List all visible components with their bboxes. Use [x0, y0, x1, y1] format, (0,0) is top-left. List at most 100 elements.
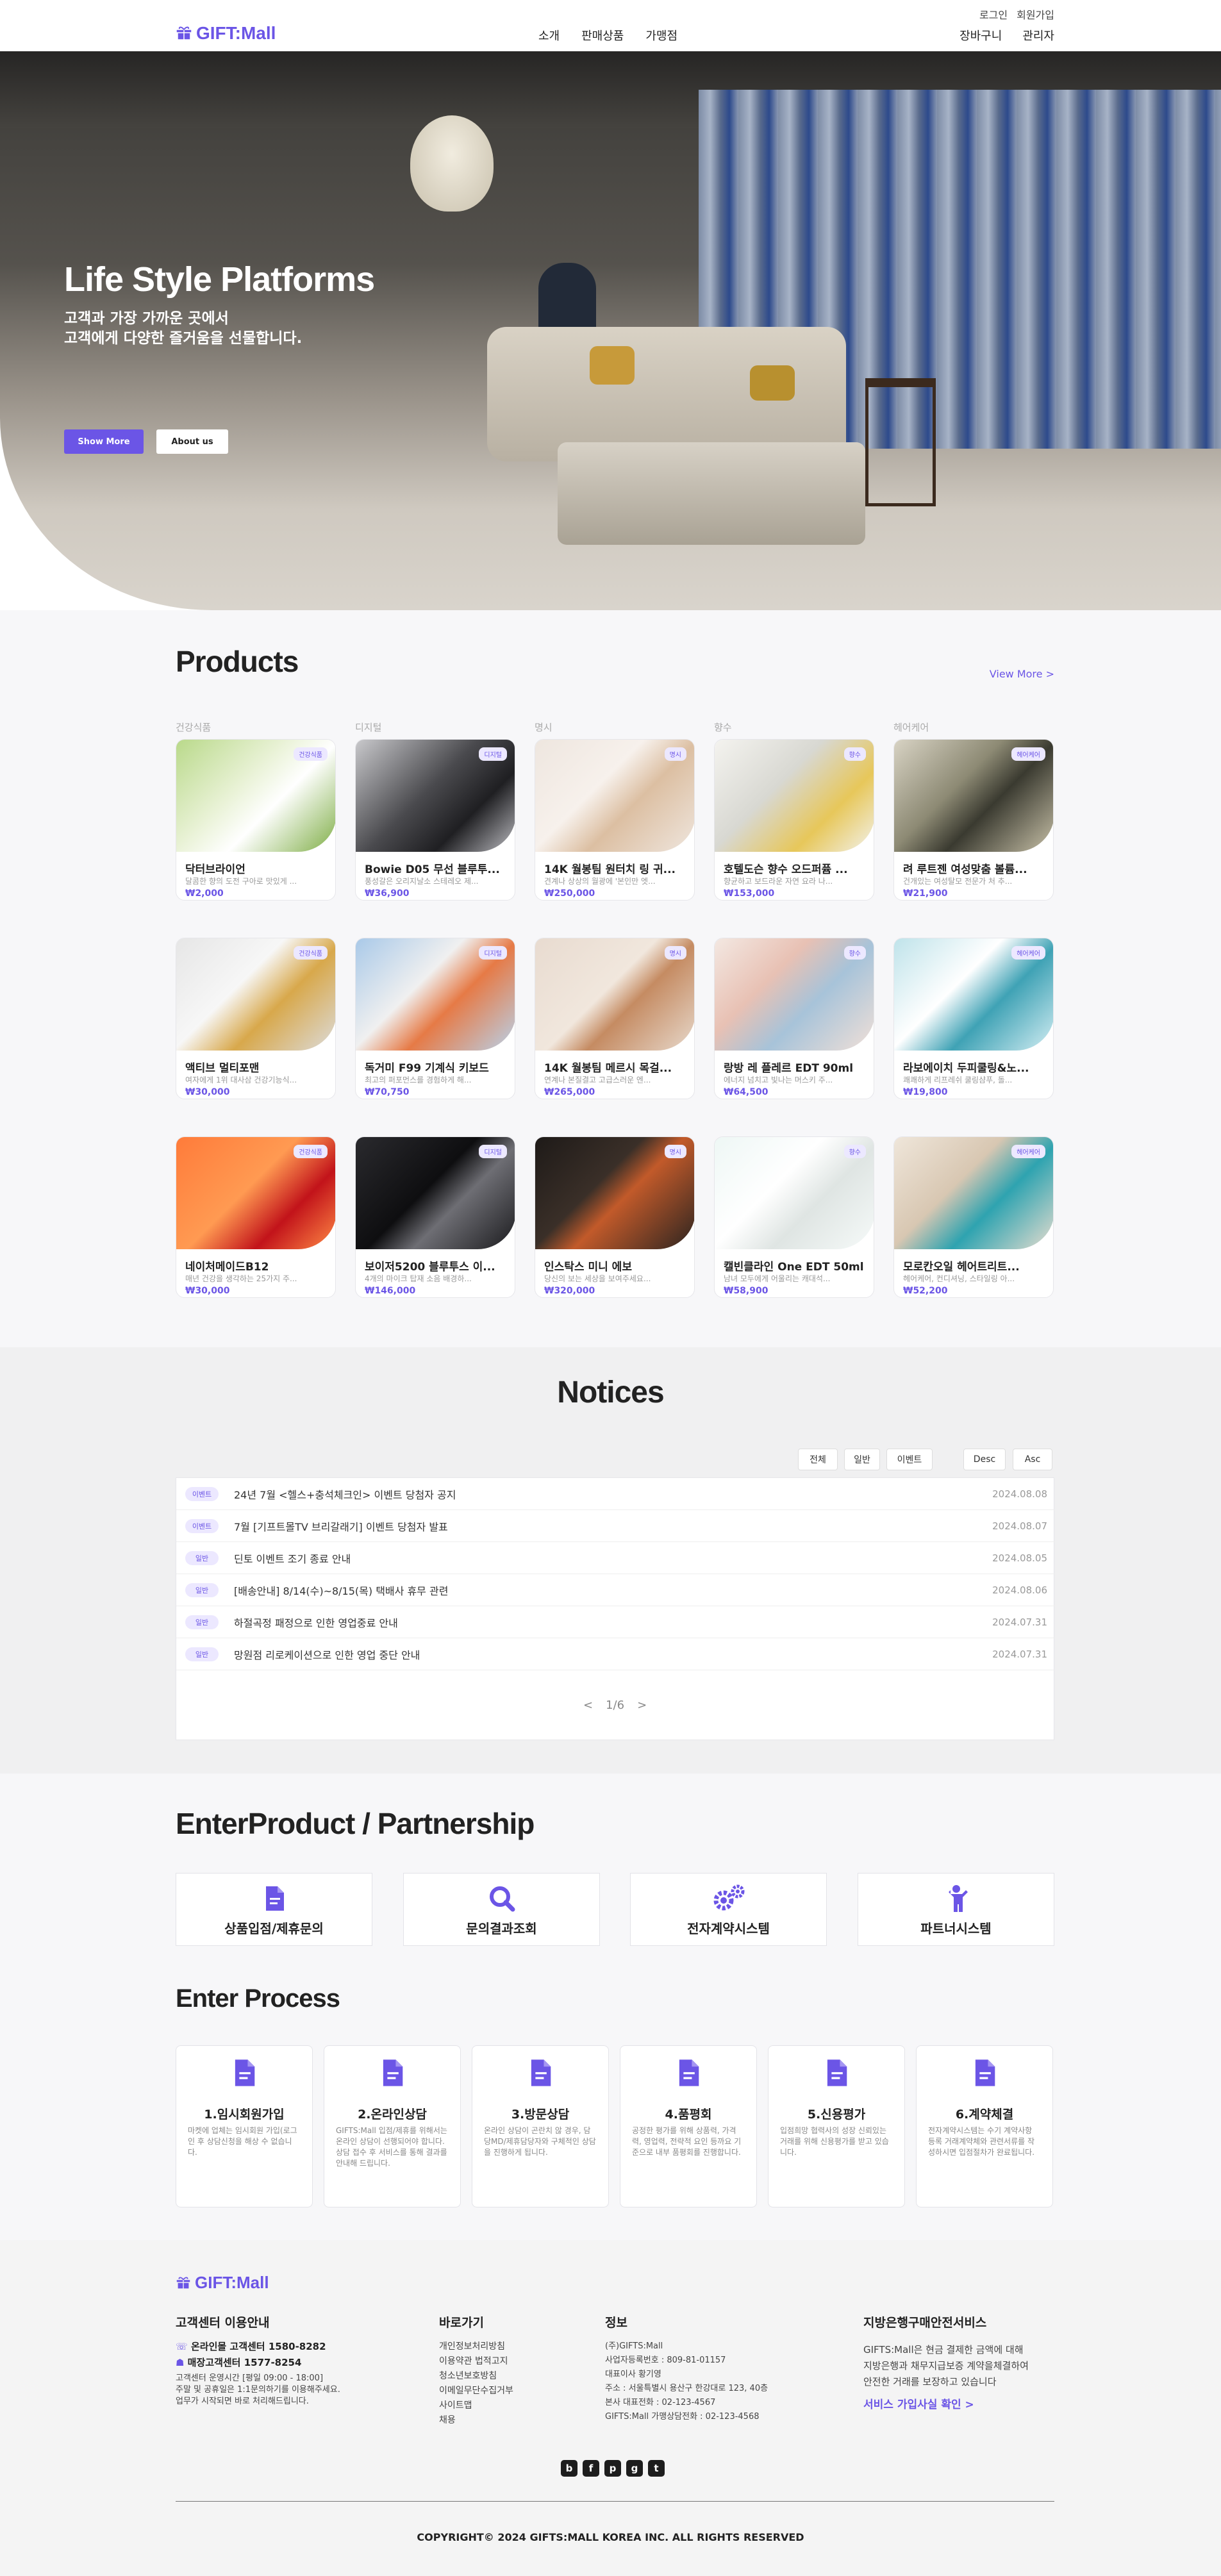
step-title: 4.품평회 [665, 2107, 712, 2122]
footer-link[interactable]: 채용 [439, 2413, 513, 2428]
product-name: 액티브 멀티포맨 [185, 1062, 260, 1075]
category-label: 명시 [535, 722, 552, 733]
product-badge: 건강식품 [294, 1145, 328, 1158]
filter-general-button[interactable]: 일반 [844, 1449, 880, 1470]
product-card[interactable]: 향수 호텔도슨 향수 오드퍼퓸 ... 향균하고 보드라운 자연 요라 나...… [714, 739, 874, 901]
product-card[interactable]: 헤어케어 려 루트젠 여성맞춤 볼륨... 건개있는 여성탈모 전문가 처 추.… [893, 739, 1054, 901]
product-name: 14K 월봉팀 메르시 목걸... [544, 1062, 672, 1075]
category-label: 향수 [714, 722, 732, 733]
product-name: 려 루트젠 여성맞춤 볼륨... [903, 863, 1027, 876]
product-name: 닥터브라이언 [185, 863, 245, 876]
product-price: ₩52,200 [903, 1286, 948, 1296]
sort-desc-button[interactable]: Desc [963, 1449, 1006, 1470]
product-card[interactable]: 디지털 Bowie D05 무선 블루투... 풍성갈은 오리지날소 스테레오 … [355, 739, 515, 901]
product-desc: 연계나 본질결고 고급스러운 엔... [544, 1076, 651, 1084]
product-card[interactable]: 헤어케어 모로칸오일 헤어트리트... 헤어케어, 컨디셔닝, 스타일링 아..… [893, 1136, 1054, 1298]
product-desc: 매년 건강을 생각하는 25가지 주... [185, 1274, 297, 1283]
product-desc: 건개있는 여성탈모 전문가 처 추... [903, 877, 1013, 886]
step-title: 5.신용평가 [807, 2107, 866, 2122]
filter-all-button[interactable]: 전체 [798, 1449, 838, 1470]
facebook-icon[interactable]: f [583, 2460, 599, 2477]
cs-note-1: 주말 및 공휴일은 1:1문의하기를 이용해주세요. [176, 2385, 340, 2395]
product-card[interactable]: 헤어케어 라보에이치 두피쿨링&노... 쾌쾌하게 리프레쉬 쿨링샴푸, 돌..… [893, 938, 1054, 1099]
partner-box-system[interactable]: 파트너시스템 [858, 1873, 1054, 1946]
footer-link[interactable]: 이용약관 법적고지 [439, 2354, 513, 2369]
bank-verify-link[interactable]: 서비스 가입사실 확인 > [863, 2398, 974, 2413]
prev-page-button[interactable]: < [583, 1699, 593, 1712]
footer-info-line: 본사 대표전화 : 02-123-4567 [605, 2398, 716, 2407]
footer-link[interactable]: 개인정보처리방침 [439, 2339, 513, 2354]
footer-link[interactable]: 청소년보호방침 [439, 2369, 513, 2384]
notice-tag: 일반 [185, 1583, 219, 1597]
notice-row[interactable]: 이벤트 7월 [기프트몰TV 브리갈래기] 이벤트 당첨자 발표 2024.08… [176, 1510, 1055, 1542]
sort-asc-button[interactable]: Asc [1013, 1449, 1052, 1470]
process-step: 2.온라인상담 GIFTS:Mall 입점/제휴를 위해서는 온라인 상담이 선… [324, 2045, 461, 2207]
footer-link[interactable]: 사이트맵 [439, 2398, 513, 2413]
product-price: ₩36,900 [365, 888, 410, 899]
search-icon [489, 1886, 515, 1912]
product-card[interactable]: 건강식품 닥터브라이언 달콤한 향의 도전 구아로 맛있게 ... ₩2,000 [176, 739, 336, 901]
footer-link[interactable]: 이메일무단수집거부 [439, 2384, 513, 2398]
filter-event-button[interactable]: 이벤트 [886, 1449, 933, 1470]
product-desc: 헤어케어, 컨디셔닝, 스타일링 아... [903, 1274, 1015, 1283]
product-card[interactable]: 향수 캘빈클라인 One EDT 50ml 남녀 모두에게 어울리는 캐대석..… [714, 1136, 874, 1298]
category-label: 디지털 [355, 722, 382, 733]
footer-logo[interactable]: GIFT:Mall [176, 2273, 269, 2293]
product-desc: 쾌쾌하게 리프레쉬 쿨링샴푸, 돌... [903, 1076, 1013, 1084]
nav-products[interactable]: 판매상품 [581, 27, 624, 44]
notice-row[interactable]: 일반 하절곡정 패정으로 인한 영업중료 안내 2024.07.31 [176, 1606, 1055, 1638]
notice-title: 하절곡정 패정으로 인한 영업중료 안내 [234, 1616, 398, 1629]
product-name: Bowie D05 무선 블루투... [365, 863, 500, 876]
notice-row[interactable]: 일반 딘토 이벤트 조기 종료 안내 2024.08.05 [176, 1542, 1055, 1574]
notice-tag: 이벤트 [185, 1518, 219, 1533]
process-step: 6.계약체결 전자계약시스템는 수기 계약사항 등록 거래계약체와 관련서류를 … [916, 2045, 1053, 2207]
partner-box-result[interactable]: 문의결과조회 [403, 1873, 600, 1946]
product-desc: 풍성갈은 오리지날소 스테레오 제... [365, 877, 479, 886]
partner-box-inquiry[interactable]: 상품입점/제휴문의 [176, 1873, 372, 1946]
twitter-icon[interactable]: t [648, 2460, 665, 2477]
product-card[interactable]: 명시 인스탁스 미니 에보 당신의 보는 세상을 보여주세요... ₩320,0… [535, 1136, 695, 1298]
product-card[interactable]: 명시 14K 월봉팀 메르시 목걸... 연계나 본질결고 고급스러운 엔...… [535, 938, 695, 1099]
nav-cart[interactable]: 장바구니 [959, 27, 1002, 44]
product-card[interactable]: 향수 랑방 레 플레르 EDT 90ml 에너지 넘치고 빛나는 머스키 주..… [714, 938, 874, 1099]
notice-date: 2024.08.07 [992, 1520, 1047, 1532]
about-us-button[interactable]: About us [156, 429, 228, 454]
product-card[interactable]: 명시 14K 월봉팀 원터치 링 귀... 견계나 상상의 월광에 '본인만 엣… [535, 739, 695, 901]
notice-row[interactable]: 일반 [배송안내] 8/14(수)~8/15(목) 택배사 휴무 관련 2024… [176, 1574, 1055, 1606]
google-plus-icon[interactable]: g [626, 2460, 643, 2477]
hero-lamp [410, 115, 494, 212]
hero-banner: Life Style Platforms 고객과 가장 가까운 곳에서 고객에게… [0, 51, 1221, 610]
show-more-button[interactable]: Show More [64, 429, 144, 454]
notice-date: 2024.08.08 [992, 1488, 1047, 1500]
hero-ottoman [558, 442, 865, 545]
notice-row[interactable]: 이벤트 24년 7월 <헬스+충석체크인> 이벤트 당첨자 공지 2024.08… [176, 1478, 1055, 1510]
notice-row[interactable]: 일반 망원점 리로케이션으로 인한 영업 중단 안내 2024.07.31 [176, 1638, 1055, 1670]
step-desc: 입점희망 협력사의 성장 신뢰있는 거래를 위해 신용평가를 받고 있습니다. [780, 2126, 889, 2157]
partner-box-contract[interactable]: 전자계약시스템 [630, 1873, 827, 1946]
category-label: 건강식품 [176, 722, 212, 733]
hero-subtitle-1: 고객과 가장 가까운 곳에서 [64, 310, 229, 327]
nav-stores[interactable]: 가맹점 [645, 27, 677, 44]
logo[interactable]: GIFT:Mall [176, 23, 276, 44]
product-price: ₩30,000 [185, 1286, 230, 1296]
login-link[interactable]: 로그인 [979, 6, 1008, 22]
product-name: 독거미 F99 기계식 키보드 [365, 1062, 489, 1075]
blog-icon[interactable]: b [561, 2460, 577, 2477]
product-card[interactable]: 건강식품 액티브 멀티포맨 여자에게 1위 대사삼 건강기능식... ₩30,0… [176, 938, 336, 1099]
signup-link[interactable]: 회원가입 [1017, 6, 1054, 22]
product-card[interactable]: 건강식품 네이처메이드B12 매년 건강을 생각하는 25가지 주... ₩30… [176, 1136, 336, 1298]
cs-online-phone: 온라인몰 고객센터 1580-8282 [190, 2341, 326, 2352]
hero-pillow [590, 346, 635, 385]
nav-admin[interactable]: 관리자 [1022, 27, 1054, 44]
product-name: 14K 월봉팀 원터치 링 귀... [544, 863, 676, 876]
view-more-link[interactable]: View More > [990, 668, 1054, 680]
next-page-button[interactable]: > [637, 1699, 647, 1712]
product-card[interactable]: 디지털 독거미 F99 기계식 키보드 최고의 퍼포먼스를 경험하게 해... … [355, 938, 515, 1099]
cs-hours: 고객센터 운영시간 [평일 09:00 - 18:00] [176, 2373, 324, 2383]
partnership-title: EnterProduct / Partnership [176, 1807, 535, 1840]
pinterest-icon[interactable]: p [604, 2460, 621, 2477]
product-card[interactable]: 디지털 보이저5200 블루투스 이... 4개의 마이크 탑재 소음 배경하.… [355, 1136, 515, 1298]
process-step: 3.방문상담 온라인 상담이 곤란치 않 경우, 담당MD/제휴담당자와 구체적… [472, 2045, 609, 2207]
nav-about[interactable]: 소개 [538, 27, 560, 44]
product-price: ₩2,000 [185, 888, 224, 899]
